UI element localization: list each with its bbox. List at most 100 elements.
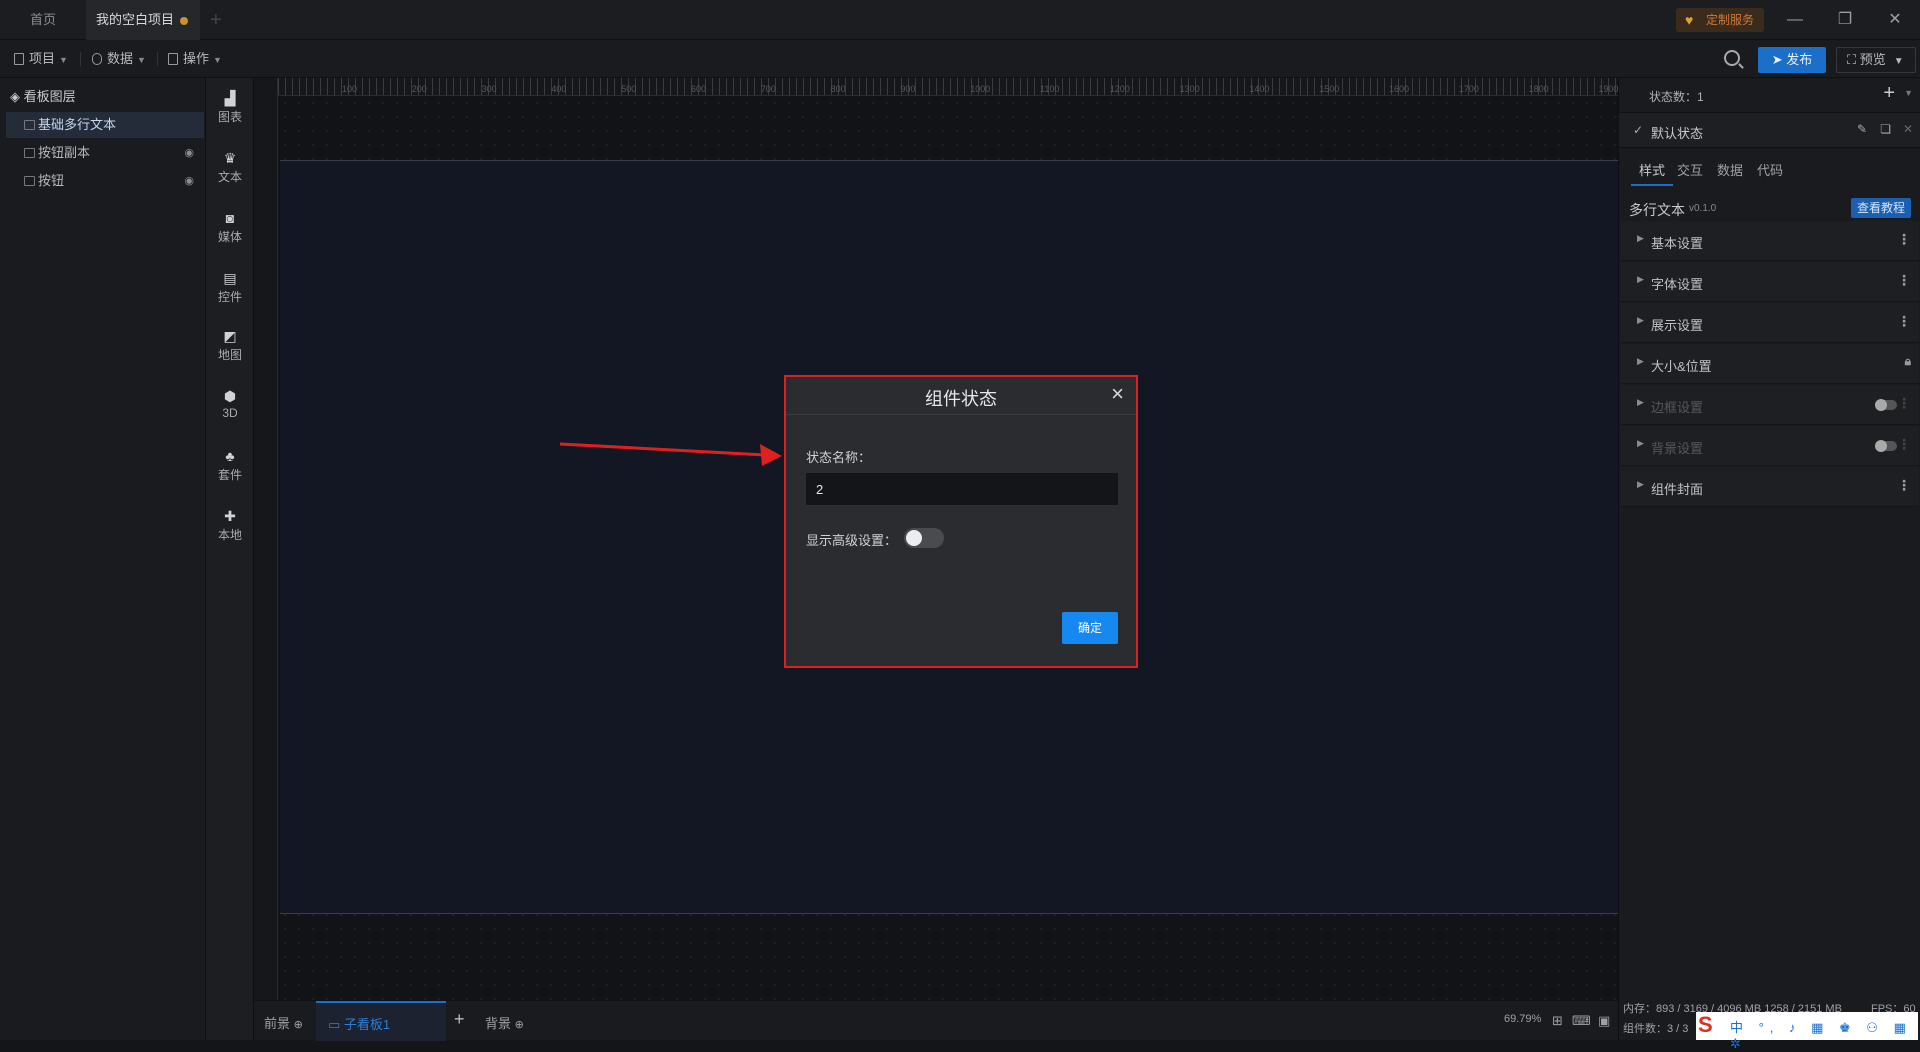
more-icon[interactable]: ⋮ [1897, 395, 1911, 412]
terminal-icon[interactable]: ▣ [1598, 1013, 1610, 1029]
document-icon [14, 53, 24, 65]
delete-icon[interactable]: ✕ [1903, 122, 1913, 136]
minimize-icon[interactable]: — [1770, 0, 1820, 40]
section-cover[interactable]: ▶ 组件封面 ⋮ [1621, 467, 1919, 507]
ruler-tick-label: 1300 [1179, 84, 1200, 94]
tab-data[interactable]: 数据 [1717, 160, 1743, 179]
menu-project[interactable]: 项目 ▼ [14, 40, 68, 78]
section-border[interactable]: ▶ 边框设置 ⋮ [1621, 385, 1919, 425]
section-background[interactable]: ▶ 背景设置 ⋮ [1621, 426, 1919, 466]
copy-icon[interactable]: ❏ [1880, 122, 1891, 136]
add-tab-icon[interactable]: + [210, 0, 230, 40]
ruler-tick-label: 900 [900, 84, 916, 94]
section-label: 基本设置 [1651, 236, 1704, 251]
component-version: v0.1.0 [1689, 203, 1717, 214]
preview-label: 预览 [1859, 52, 1886, 67]
state-name-label: 状态名称： [806, 450, 872, 465]
preview-button[interactable]: ⛶ 预览 ▼ [1836, 47, 1916, 73]
cube-icon: ⬢ [223, 388, 237, 404]
more-icon[interactable]: ⋮ [1897, 477, 1911, 494]
edit-icon[interactable]: ✎ [1857, 122, 1867, 136]
layer-item-label: 按钮 [38, 173, 65, 188]
layers-title-label: 看板图层 [23, 89, 76, 104]
more-icon[interactable]: ⋮ [1897, 231, 1911, 248]
keyboard-icon[interactable]: ⌨ [1572, 1013, 1591, 1029]
background-toggle[interactable] [1875, 440, 1897, 452]
ruler-tick-label: 100 [342, 84, 358, 94]
tab-code[interactable]: 代码 [1757, 160, 1783, 179]
caret-right-icon: ▶ [1637, 438, 1644, 448]
component-label: 3D [222, 406, 238, 420]
menu-data[interactable]: 数据 ▼ [92, 40, 146, 78]
caret-right-icon: ▶ [1637, 356, 1644, 366]
lock-icon[interactable]: 🔒︎ [1905, 354, 1911, 369]
fullscreen-icon: ⛶ [1847, 52, 1860, 67]
layer-item-multiline-text[interactable]: 基础多行文本 [6, 112, 204, 138]
advanced-settings-toggle[interactable] [904, 528, 944, 548]
close-window-icon[interactable]: ✕ [1870, 0, 1920, 40]
subboard-tab[interactable]: ▭ 子看板1 [316, 1001, 446, 1041]
tutorial-button[interactable]: 查看教程 [1850, 198, 1911, 218]
grid-icon [168, 53, 178, 65]
more-icon[interactable]: ⋮ [1897, 436, 1911, 453]
restore-icon[interactable]: ❐ [1820, 0, 1870, 40]
search-icon[interactable] [1724, 50, 1740, 66]
component-chart[interactable]: ▟ 图表 [206, 90, 254, 125]
component-local[interactable]: ✚ 本地 [206, 508, 254, 543]
section-label: 背景设置 [1651, 441, 1704, 456]
tab-interaction[interactable]: 交互 [1677, 160, 1703, 179]
ime-toolbar: S 中 °, ♪ ▦ ♚ ⚇ ▦ ✲ [1696, 1012, 1918, 1051]
menu-operation[interactable]: 操作 ▼ [168, 40, 222, 78]
component-text[interactable]: ♛ 文本 [206, 150, 254, 185]
layer-item-button-copy[interactable]: 按钮副本 ◉ [6, 140, 204, 166]
section-label: 组件封面 [1651, 482, 1704, 497]
tab-project[interactable]: 我的空白项目 [86, 0, 200, 40]
background-tab[interactable]: 背景 ⊕ [485, 1013, 524, 1032]
layer-item-button[interactable]: 按钮 ◉ [6, 168, 204, 194]
add-state-icon[interactable]: + [1883, 82, 1895, 105]
advanced-settings-label: 显示高级设置： [806, 533, 898, 548]
more-icon[interactable]: ⋮ [1897, 313, 1911, 330]
ruler-tick-label: 200 [411, 84, 427, 94]
menu-divider [157, 52, 158, 66]
component-widget[interactable]: ▤ 控件 [206, 270, 254, 305]
ruler-tick-label: 800 [830, 84, 846, 94]
crown-icon: ♛ [223, 150, 237, 166]
border-toggle[interactable] [1875, 399, 1897, 411]
section-label: 边框设置 [1651, 400, 1704, 415]
component-state-dialog: 组件状态 × 状态名称： 显示高级设置： 确定 [784, 375, 1138, 668]
add-circle-icon: ⊕ [514, 1019, 524, 1031]
ok-button[interactable]: 确定 [1062, 612, 1118, 644]
state-name-input[interactable] [806, 473, 1118, 505]
menu-data-label: 数据 [107, 51, 134, 66]
component-media[interactable]: ◙ 媒体 [206, 210, 254, 245]
tab-style[interactable]: 样式 [1639, 160, 1665, 179]
bar-chart-icon: ▟ [224, 90, 236, 106]
layer-item-label: 基础多行文本 [38, 117, 117, 132]
component-kit[interactable]: ♣ 套件 [206, 448, 254, 483]
default-state-row[interactable]: ✓ 默认状态 ✎ ❏ ✕ [1619, 112, 1920, 148]
chevron-down-icon[interactable]: ▼ [1904, 88, 1913, 98]
publish-button[interactable]: ➤ 发布 [1758, 47, 1826, 73]
custom-service-button[interactable]: ♥ 定制服务 [1676, 8, 1765, 32]
section-basic[interactable]: ▶ 基本设置 ⋮ [1621, 221, 1919, 261]
foreground-tab[interactable]: 前景 ⊕ [264, 1013, 303, 1032]
zoom-level[interactable]: 69.79% [1504, 1013, 1541, 1025]
eye-icon[interactable]: ◉ [184, 168, 194, 194]
more-icon[interactable]: ⋮ [1897, 272, 1911, 289]
send-icon: ➤ [1771, 52, 1787, 67]
add-board-icon[interactable]: + [454, 1009, 465, 1030]
eye-icon[interactable]: ◉ [184, 140, 194, 166]
ime-icons: 中 °, ♪ ▦ ♚ ⚇ ▦ ✲ [1730, 1020, 1912, 1051]
component-3d[interactable]: ⬢ 3D [206, 388, 254, 420]
image-layer-icon [24, 148, 35, 158]
close-icon[interactable]: × [1111, 381, 1124, 407]
ruler-tick-label: 1500 [1319, 84, 1340, 94]
fit-screen-icon[interactable]: ⊞ [1552, 1013, 1563, 1029]
tab-home[interactable]: 首页 [0, 0, 86, 40]
section-display[interactable]: ▶ 展示设置 ⋮ [1621, 303, 1919, 343]
section-font[interactable]: ▶ 字体设置 ⋮ [1621, 262, 1919, 302]
component-map[interactable]: ◩ 地图 [206, 328, 254, 363]
section-size-position[interactable]: ▶ 大小&位置 🔒︎ [1621, 344, 1919, 384]
ruler-tick-label: 1700 [1458, 84, 1479, 94]
